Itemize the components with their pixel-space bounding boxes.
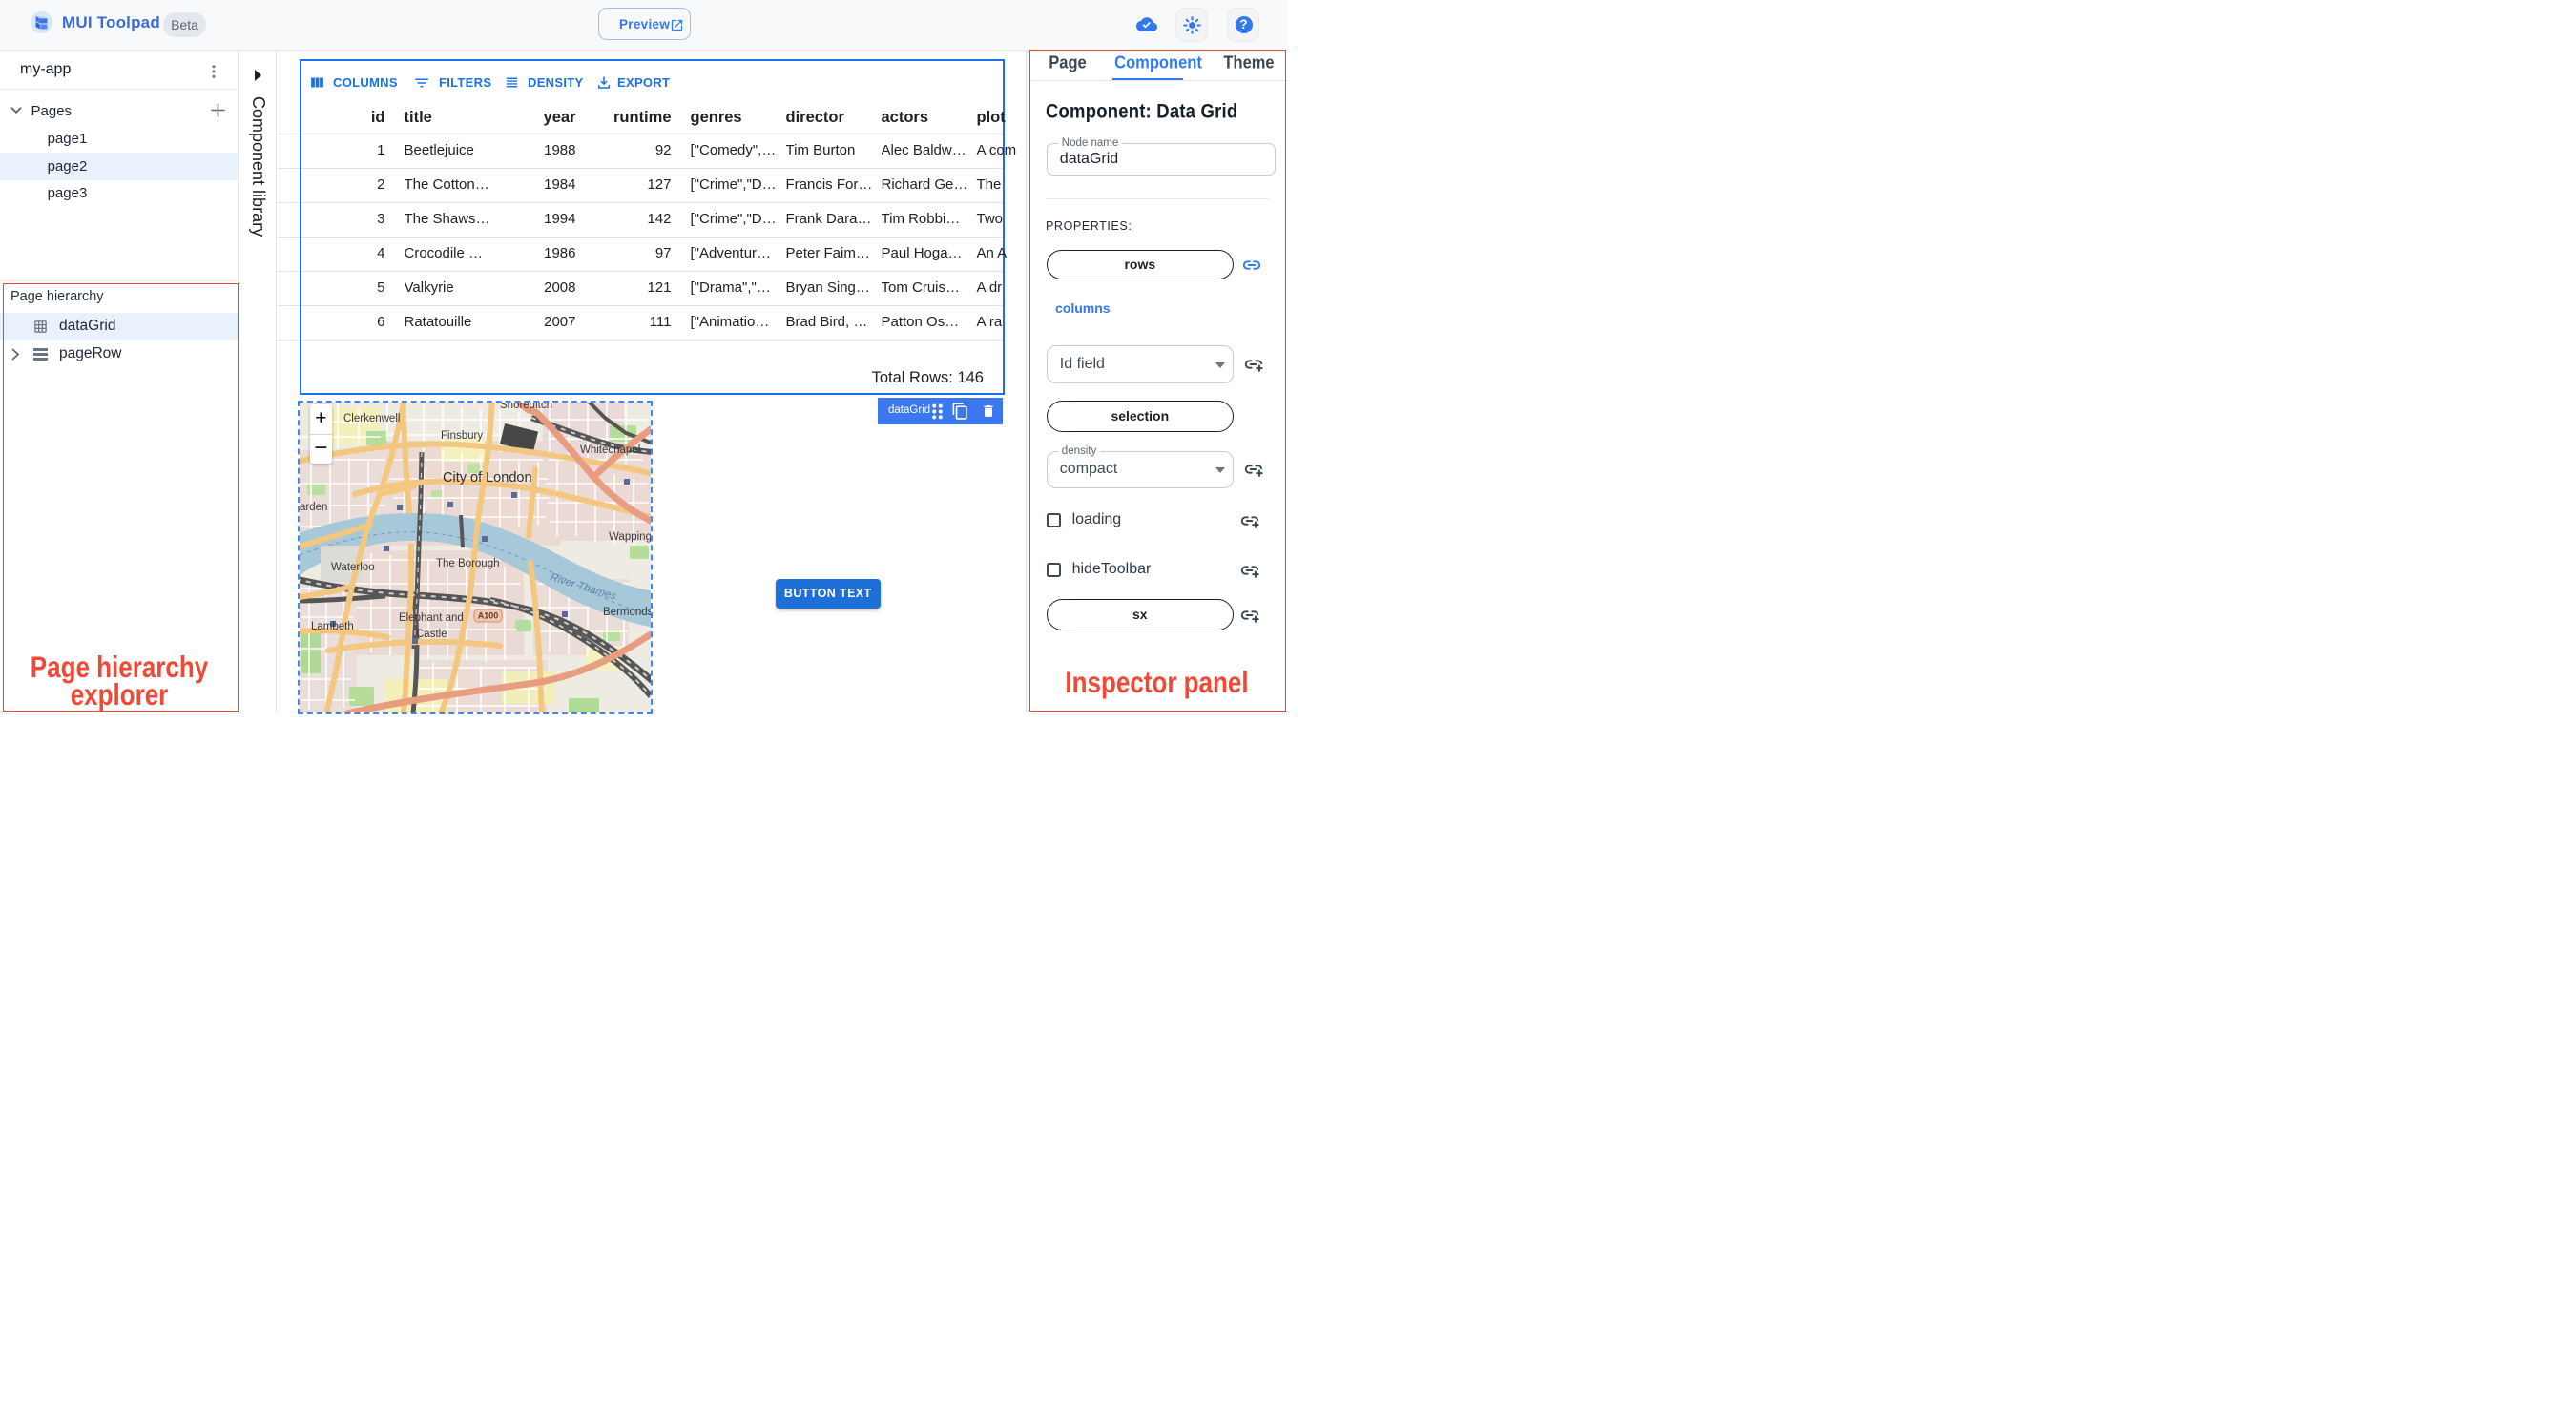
- svg-text:Whitechapel: Whitechapel: [580, 444, 640, 456]
- svg-text:Lambeth: Lambeth: [311, 621, 354, 632]
- svg-text:Bermondse: Bermondse: [603, 607, 651, 618]
- svg-text:A100: A100: [478, 610, 499, 620]
- svg-text:Elephant and: Elephant and: [399, 612, 464, 624]
- svg-text:Finsbury: Finsbury: [441, 430, 483, 442]
- svg-text:Wapping: Wapping: [609, 531, 651, 543]
- svg-text:City of London: City of London: [443, 470, 532, 485]
- svg-text:The Borough: The Borough: [436, 558, 500, 569]
- svg-text:Waterloo: Waterloo: [331, 562, 375, 573]
- svg-text:Shoreditch: Shoreditch: [500, 403, 552, 411]
- svg-text:Clerkenwell: Clerkenwell: [343, 413, 400, 424]
- svg-text:arden: arden: [300, 502, 327, 513]
- svg-text:Castle: Castle: [416, 629, 447, 640]
